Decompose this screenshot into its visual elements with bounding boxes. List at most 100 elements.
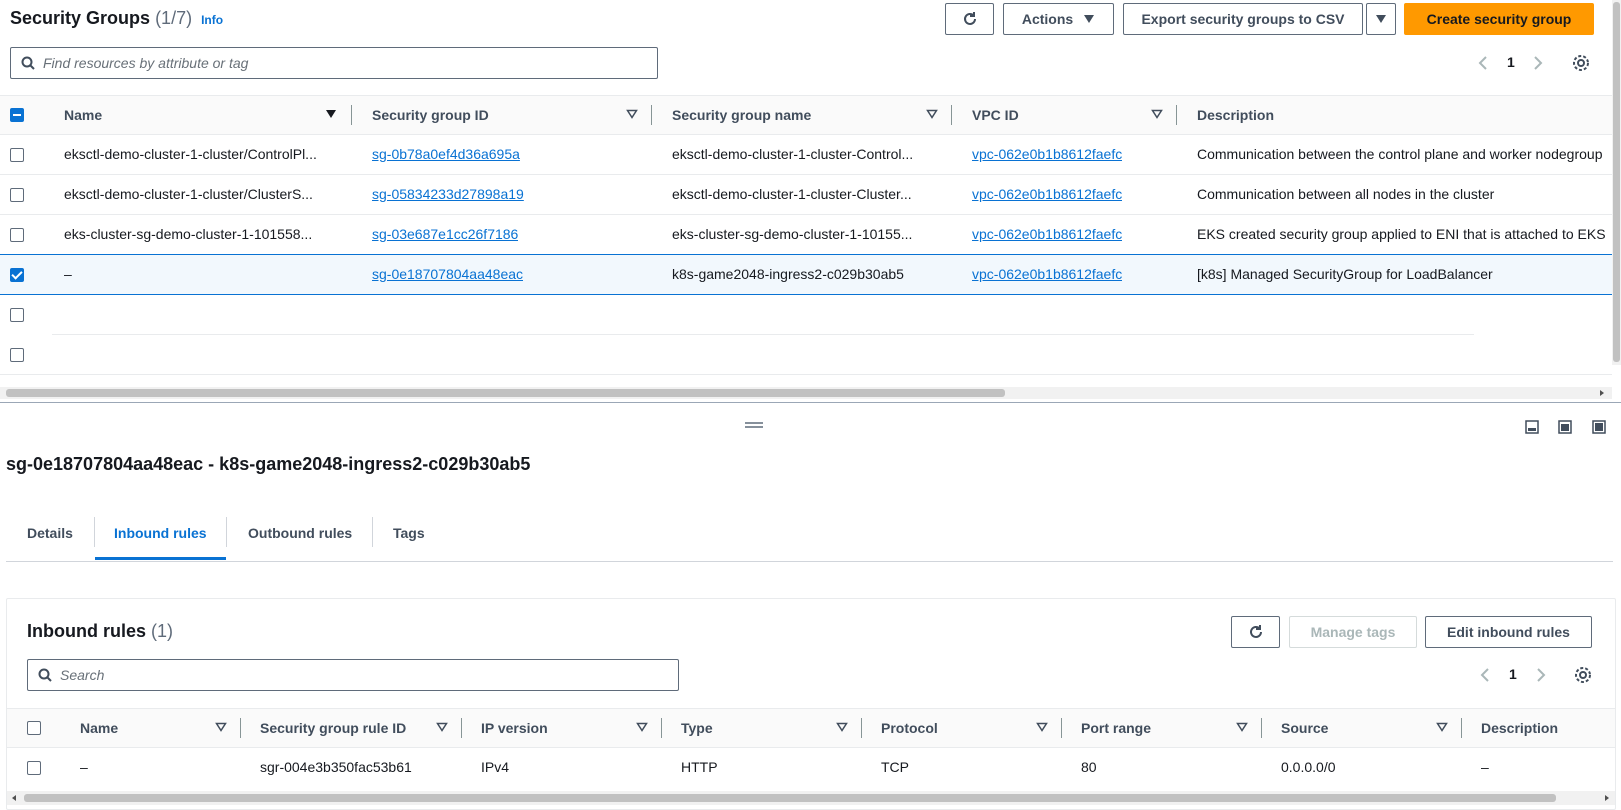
manage-tags-button[interactable]: Manage tags [1289, 616, 1417, 648]
chevron-right-icon[interactable] [1533, 55, 1543, 71]
row-checkbox[interactable] [10, 268, 24, 282]
column-header-port-range[interactable]: Port range [1081, 720, 1151, 736]
column-divider[interactable] [951, 105, 952, 125]
sort-icon[interactable] [926, 109, 938, 119]
cell-vpc-id-link[interactable]: vpc-062e0b1b8612faefc [972, 226, 1122, 242]
sort-icon[interactable] [1436, 722, 1448, 732]
column-header-protocol[interactable]: Protocol [881, 720, 938, 736]
cell-sg-id-link[interactable]: sg-0e18707804aa48eac [372, 266, 523, 282]
column-divider[interactable] [661, 718, 662, 738]
row-checkbox[interactable] [10, 308, 24, 322]
column-header-sg-name[interactable]: Security group name [672, 107, 811, 123]
row-checkbox[interactable] [10, 148, 24, 162]
column-divider[interactable] [461, 718, 462, 738]
column-header-ip-version[interactable]: IP version [481, 720, 548, 736]
cell-sg-id-link[interactable]: sg-03e687e1cc26f7186 [372, 226, 518, 242]
column-header-name[interactable]: Name [64, 107, 102, 123]
panel-full-icon[interactable] [1592, 420, 1606, 434]
sort-icon[interactable] [1151, 109, 1163, 119]
column-header-type[interactable]: Type [681, 720, 713, 736]
inbound-title-text: Inbound rules [27, 621, 146, 641]
chevron-left-icon[interactable] [1480, 667, 1490, 683]
cell-name: eksctl-demo-cluster-1-cluster/ClusterS..… [64, 186, 313, 202]
drag-handle-icon[interactable] [744, 421, 764, 429]
vertical-scrollbar[interactable] [1612, 0, 1621, 365]
page-title: Security Groups (1/7) Info [10, 8, 223, 29]
panel-side-icon[interactable] [1558, 420, 1572, 434]
column-header-vpc-id[interactable]: VPC ID [972, 107, 1019, 123]
settings-gear-icon[interactable] [1572, 54, 1590, 72]
horizontal-scrollbar[interactable] [0, 387, 1612, 399]
column-divider[interactable] [651, 105, 652, 125]
column-header-description[interactable]: Description [1481, 720, 1558, 736]
horizontal-scrollbar[interactable] [7, 791, 1615, 805]
row-checkbox[interactable] [10, 228, 24, 242]
sort-icon[interactable] [215, 722, 227, 732]
caret-down-icon [1376, 15, 1386, 23]
actions-button[interactable]: Actions [1003, 3, 1114, 35]
export-csv-button[interactable]: Export security groups to CSV [1123, 3, 1363, 35]
tab-tags[interactable]: Tags [393, 525, 425, 541]
row-checkbox[interactable] [27, 761, 41, 775]
column-divider[interactable] [1261, 718, 1262, 738]
page-number[interactable]: 1 [1509, 666, 1517, 682]
vertical-scrollbar-thumb[interactable] [1613, 2, 1620, 362]
column-divider[interactable] [351, 105, 352, 125]
sort-icon[interactable] [836, 722, 848, 732]
edit-inbound-rules-button[interactable]: Edit inbound rules [1425, 616, 1592, 648]
column-divider[interactable] [240, 718, 241, 738]
cell-sg-id-link[interactable]: sg-0b78a0ef4d36a695a [372, 146, 520, 162]
export-label: Export security groups to CSV [1141, 11, 1345, 27]
sort-icon[interactable] [1036, 722, 1048, 732]
scroll-left-arrow-icon[interactable] [10, 794, 18, 802]
row-checkbox[interactable] [10, 188, 24, 202]
refresh-button[interactable] [945, 3, 994, 35]
column-divider[interactable] [1061, 718, 1062, 738]
cell-vpc-id-link[interactable]: vpc-062e0b1b8612faefc [972, 146, 1122, 162]
column-header-name[interactable]: Name [80, 720, 118, 736]
sort-icon[interactable] [436, 722, 448, 732]
table-row-selected[interactable]: – sg-0e18707804aa48eac k8s-game2048-ingr… [0, 254, 1612, 295]
cell-name: – [80, 759, 88, 775]
cell-sg-name: eksctl-demo-cluster-1-cluster-Cluster... [672, 186, 912, 202]
sort-descending-icon[interactable] [325, 109, 337, 119]
horizontal-scrollbar-thumb[interactable] [24, 794, 1556, 802]
page-number[interactable]: 1 [1507, 54, 1515, 70]
search-input[interactable]: Find resources by attribute or tag [10, 47, 658, 79]
column-divider[interactable] [1461, 718, 1462, 738]
sort-icon[interactable] [626, 109, 638, 119]
cell-sg-id-link[interactable]: sg-05834233d27898a19 [372, 186, 524, 202]
select-all-checkbox[interactable] [10, 108, 24, 122]
info-link[interactable]: Info [201, 13, 223, 27]
panel-bottom-icon[interactable] [1525, 420, 1539, 434]
select-all-checkbox[interactable] [27, 721, 41, 735]
column-header-rule-id[interactable]: Security group rule ID [260, 720, 406, 736]
tab-outbound-rules[interactable]: Outbound rules [248, 525, 352, 541]
tab-inbound-rules[interactable]: Inbound rules [114, 525, 207, 541]
column-header-source[interactable]: Source [1281, 720, 1328, 736]
scroll-right-arrow-icon[interactable] [1598, 389, 1606, 397]
cell-vpc-id-link[interactable]: vpc-062e0b1b8612faefc [972, 186, 1122, 202]
tab-details[interactable]: Details [27, 525, 73, 541]
chevron-right-icon[interactable] [1536, 667, 1546, 683]
inbound-search-input[interactable]: Search [27, 659, 679, 691]
column-divider[interactable] [861, 718, 862, 738]
inbound-refresh-button[interactable] [1231, 616, 1280, 648]
split-panel-divider [0, 402, 1621, 403]
create-security-group-button[interactable]: Create security group [1404, 3, 1594, 35]
cell-vpc-id-link[interactable]: vpc-062e0b1b8612faefc [972, 266, 1122, 282]
settings-gear-icon[interactable] [1574, 666, 1592, 684]
tab-divider [226, 517, 227, 547]
cell-description: Communication between the control plane … [1197, 146, 1603, 162]
chevron-left-icon[interactable] [1478, 55, 1488, 71]
detail-title: sg-0e18707804aa48eac - k8s-game2048-ingr… [6, 454, 531, 474]
horizontal-scrollbar-thumb[interactable] [6, 389, 1005, 397]
sort-icon[interactable] [1236, 722, 1248, 732]
column-divider[interactable] [1176, 105, 1177, 125]
scroll-right-arrow-icon[interactable] [1603, 794, 1611, 802]
row-checkbox[interactable] [10, 348, 24, 362]
export-dropdown-button[interactable] [1366, 3, 1396, 35]
sort-icon[interactable] [636, 722, 648, 732]
column-header-sg-id[interactable]: Security group ID [372, 107, 489, 123]
column-header-description[interactable]: Description [1197, 107, 1274, 123]
